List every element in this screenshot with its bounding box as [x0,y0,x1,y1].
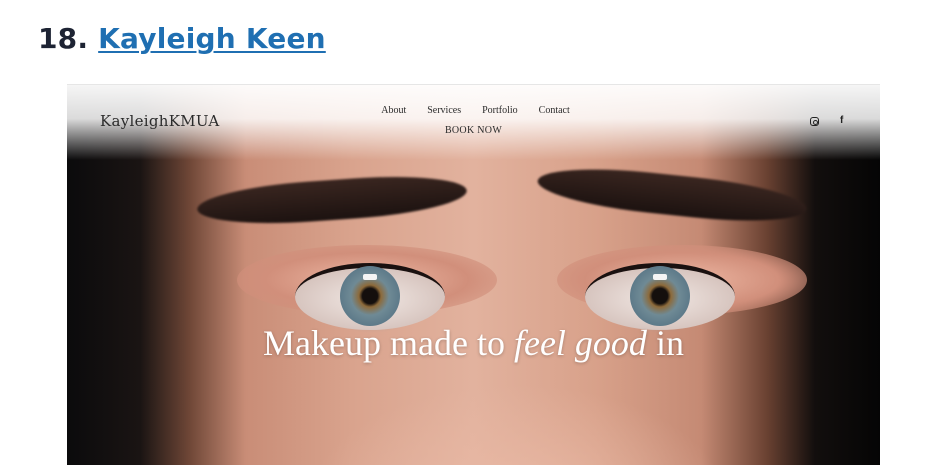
nav-portfolio[interactable]: Portfolio [482,105,518,116]
hero-text-after: in [646,323,684,363]
heading-number: 18. [38,22,89,55]
website-screenshot: KayleighKMUA About Services Portfolio Co… [67,84,880,465]
hero-headline: Makeup made to feel good in [67,322,880,364]
instagram-icon[interactable] [810,117,819,126]
right-eye [585,263,735,330]
facebook-icon[interactable]: f [840,115,843,126]
nav-about[interactable]: About [381,105,406,116]
site-nav: About Services Portfolio Contact BOOK NO… [67,105,880,138]
hero-text-italic: feel good [513,323,647,363]
nav-services[interactable]: Services [427,105,461,116]
article-heading: 18. Kayleigh Keen [38,22,326,55]
book-now-link[interactable]: BOOK NOW [445,125,502,136]
kayleigh-keen-link[interactable]: Kayleigh Keen [98,22,326,55]
left-eye [295,263,445,330]
hero-text-before: Makeup made to [263,323,514,363]
nav-contact[interactable]: Contact [539,105,570,116]
